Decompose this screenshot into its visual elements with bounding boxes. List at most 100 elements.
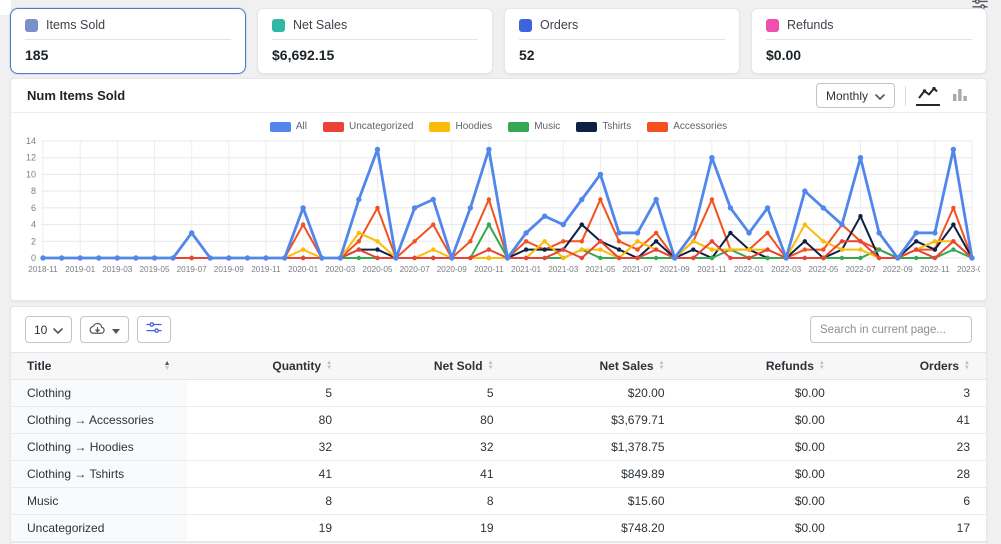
svg-text:2022-05: 2022-05 [808,265,839,274]
cell-net_sold: 41 [348,461,510,488]
table-row: Clothing → Hoodies3232$1,378.75$0.0023 [11,434,986,461]
bar-chart-icon [952,89,968,104]
svg-text:0: 0 [31,253,36,263]
legend-label: Uncategorized [349,121,413,132]
card-value: $0.00 [766,47,972,63]
divider [25,39,231,40]
column-header-quantity[interactable]: Quantity▲▼ [187,353,349,380]
line-chart-icon [918,88,938,103]
card-value: $6,692.15 [272,47,478,63]
cell-net_sales: $849.89 [510,461,681,488]
cell-refunds: $0.00 [681,407,841,434]
legend-label: Hoodies [455,121,492,132]
svg-text:2: 2 [31,236,36,246]
caret-down-icon [112,323,120,337]
svg-text:6: 6 [31,203,36,213]
svg-text:2020-07: 2020-07 [400,265,431,274]
svg-text:2020-11: 2020-11 [474,265,504,274]
cell-net_sales: $748.20 [510,515,681,542]
column-header-net-sold[interactable]: Net Sold▲▼ [348,353,510,380]
svg-text:2021-09: 2021-09 [660,265,691,274]
column-label: Title [27,359,51,373]
interval-select[interactable]: Monthly [816,83,895,108]
legend-swatch-icon [323,122,344,132]
svg-text:2021-05: 2021-05 [585,265,616,274]
table-row: Clothing55$20.00$0.003 [11,380,986,407]
page-size-select[interactable]: 10 [25,316,72,343]
card-label: Orders [540,18,578,32]
legend-swatch-icon [647,122,668,132]
column-header-refunds[interactable]: Refunds▲▼ [681,353,841,380]
column-header-orders[interactable]: Orders▲▼ [841,353,986,380]
summary-card-net-sales[interactable]: Net Sales $6,692.15 [257,8,493,74]
cell-net_sales: $3,679.71 [510,407,681,434]
sliders-icon [146,321,162,338]
column-label: Orders [920,359,959,373]
column-settings-button[interactable] [137,316,171,343]
svg-text:2019-09: 2019-09 [214,265,245,274]
cell-orders: 28 [841,461,986,488]
card-value: 52 [519,47,725,63]
svg-text:2018-11: 2018-11 [28,265,58,274]
cell-net_sold: 80 [348,407,510,434]
cell-title: Clothing → Accessories [11,407,187,434]
table-row: Clothing → Tshirts4141$849.89$0.0028 [11,461,986,488]
legend-item-all[interactable]: All [270,121,307,132]
categories-table: Title▲▼Quantity▲▼Net Sold▲▼Net Sales▲▼Re… [11,352,986,542]
sort-icon: ▲▼ [819,361,825,371]
column-header-title[interactable]: Title▲▼ [11,353,187,380]
cell-quantity: 41 [187,461,349,488]
table-row: Clothing → Accessories8080$3,679.71$0.00… [11,407,986,434]
legend-item-accessories[interactable]: Accessories [647,121,727,132]
line-chart-toggle[interactable] [916,85,940,106]
table-search-input[interactable] [810,316,972,343]
summary-card-refunds[interactable]: Refunds $0.00 [751,8,987,74]
chart-legend: All Uncategorized Hoodies Music Tshirts Acces… [11,113,986,134]
table-row: Uncategorized1919$748.20$0.0017 [11,515,986,542]
column-header-net-sales[interactable]: Net Sales▲▼ [510,353,681,380]
svg-text:2020-03: 2020-03 [325,265,356,274]
bar-chart-toggle[interactable] [950,86,970,105]
download-button[interactable] [80,316,129,343]
cell-refunds: $0.00 [681,434,841,461]
cell-quantity: 8 [187,488,349,515]
cell-orders: 3 [841,380,986,407]
svg-text:2019-05: 2019-05 [139,265,170,274]
svg-text:2019-03: 2019-03 [102,265,133,274]
svg-text:12: 12 [26,153,36,163]
line-chart-svg: 024681012142018-112019-012019-032019-052… [17,134,980,286]
cell-refunds: $0.00 [681,515,841,542]
cell-refunds: $0.00 [681,380,841,407]
svg-text:2022-09: 2022-09 [883,265,914,274]
legend-swatch-icon [429,122,450,132]
cell-quantity: 80 [187,407,349,434]
card-label: Net Sales [293,18,347,32]
column-label: Quantity [272,359,321,373]
legend-item-tshirts[interactable]: Tshirts [576,121,631,132]
table-search [810,316,972,343]
cell-orders: 41 [841,407,986,434]
column-label: Net Sold [434,359,483,373]
card-label: Refunds [787,18,834,32]
legend-item-music[interactable]: Music [508,121,560,132]
cell-net_sales: $1,378.75 [510,434,681,461]
cell-title: Uncategorized [11,515,187,542]
table-panel: 10 [10,306,987,544]
svg-text:2021-03: 2021-03 [548,265,579,274]
svg-text:4: 4 [31,220,36,230]
legend-item-uncategorized[interactable]: Uncategorized [323,121,413,132]
cloud-download-icon [89,322,106,338]
svg-text:2022-11: 2022-11 [920,265,950,274]
cell-net_sold: 5 [348,380,510,407]
summary-card-items-sold[interactable]: Items Sold185 [10,8,246,74]
svg-text:2020-01: 2020-01 [288,265,319,274]
divider [905,86,906,106]
card-swatch-icon [272,19,285,32]
svg-text:2020-05: 2020-05 [362,265,393,274]
summary-card-orders[interactable]: Orders 52 [504,8,740,74]
legend-item-hoodies[interactable]: Hoodies [429,121,492,132]
svg-text:2022-03: 2022-03 [771,265,802,274]
cell-net_sales: $15.60 [510,488,681,515]
cell-title: Music [11,488,187,515]
divider [766,39,972,40]
